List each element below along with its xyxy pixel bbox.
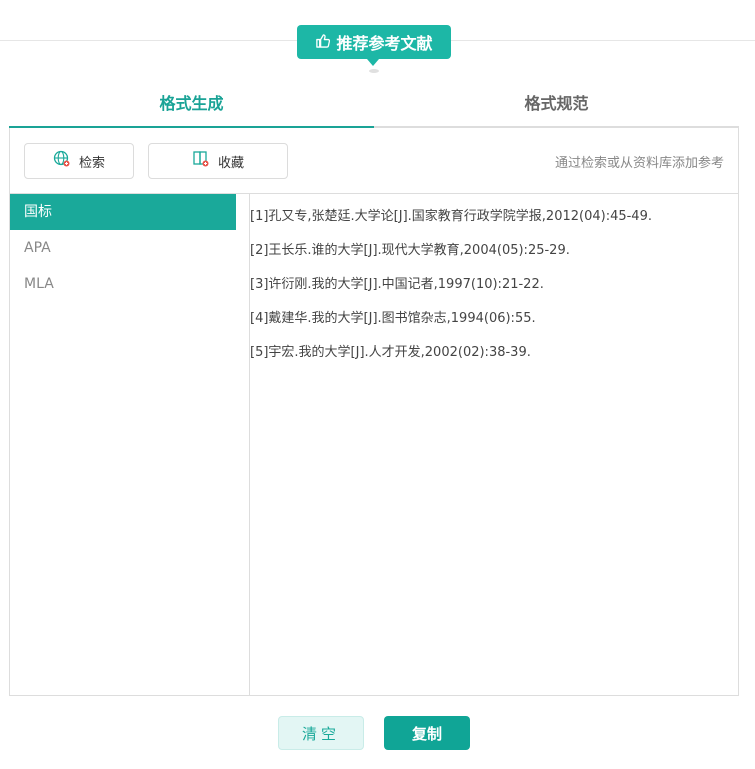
format-sidebar: 国标 APA MLA <box>10 194 250 695</box>
collect-button[interactable]: 收藏 <box>148 143 288 179</box>
thumbs-up-icon <box>315 33 331 52</box>
reference-item: [2]王长乐.谁的大学[J].现代大学教育,2004(05):25-29. <box>250 243 570 258</box>
clear-button[interactable]: 清空 <box>278 716 364 750</box>
reference-item: [5]宇宏.我的大学[J].人才开发,2002(02):38-39. <box>250 345 531 360</box>
search-button[interactable]: 检索 <box>24 143 134 179</box>
copy-button[interactable]: 复制 <box>384 716 470 750</box>
tab-format-spec[interactable]: 格式规范 <box>374 82 739 126</box>
book-add-icon <box>192 150 210 172</box>
reference-list: [1]孔又专,张楚廷.大学论[J].国家教育行政学院学报,2012(04):45… <box>250 194 738 695</box>
tab-format-generate[interactable]: 格式生成 <box>9 82 374 128</box>
search-button-label: 检索 <box>78 155 105 171</box>
reference-item: [3]许衍刚.我的大学[J].中国记者,1997(10):21-22. <box>250 277 544 292</box>
toolbar-tip: 通过检索或从资料库添加参考 <box>554 156 724 171</box>
format-item-mla[interactable]: MLA <box>10 266 249 302</box>
globe-search-icon <box>53 150 71 172</box>
collect-button-label: 收藏 <box>217 155 244 171</box>
reference-item: [4]戴建华.我的大学[J].图书馆杂志,1994(06):55. <box>250 311 536 326</box>
main-panel: 检索 收藏 通过检索或从资料库添加参考 国标 APA MLA [1]孔又专,张楚… <box>9 128 739 696</box>
format-item-gb[interactable]: 国标 <box>10 194 236 230</box>
format-item-apa[interactable]: APA <box>10 230 249 266</box>
reference-item: [1]孔又专,张楚廷.大学论[J].国家教育行政学院学报,2012(04):45… <box>250 209 652 224</box>
toolbar: 检索 收藏 通过检索或从资料库添加参考 <box>10 128 738 194</box>
badge-pointer-shadow <box>369 69 379 73</box>
tab-bar: 格式生成 格式规范 <box>9 82 739 128</box>
badge-label: 推荐参考文献 <box>336 34 433 53</box>
recommend-references-badge[interactable]: 推荐参考文献 <box>297 25 451 66</box>
